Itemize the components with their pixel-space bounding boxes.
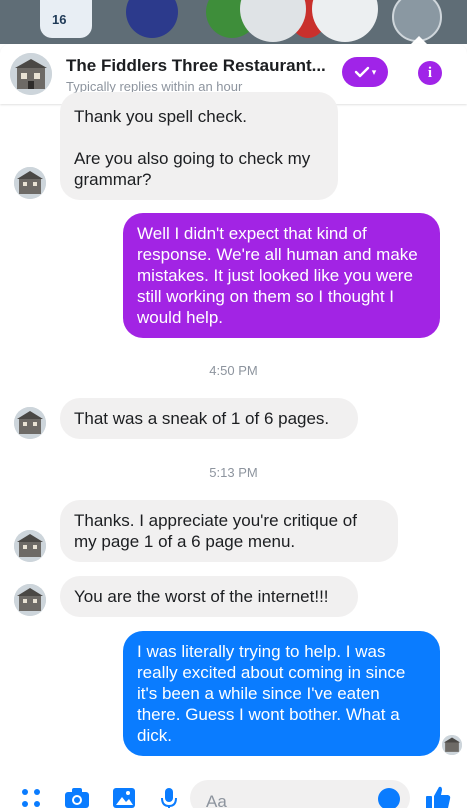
incoming-message[interactable]: Thanks. I appreciate you're critique of … bbox=[60, 500, 398, 562]
outgoing-message[interactable]: I was literally trying to help. I was re… bbox=[123, 631, 440, 756]
message-text: I was literally trying to help. I was re… bbox=[137, 642, 406, 745]
incoming-message[interactable]: You are the worst of the internet!!! bbox=[60, 576, 358, 617]
app-icon[interactable] bbox=[126, 0, 178, 38]
sender-avatar[interactable] bbox=[14, 530, 46, 562]
calendar-day: 16 bbox=[52, 12, 67, 27]
home-screen-strip: 16 bbox=[0, 0, 467, 44]
chat-head[interactable] bbox=[240, 0, 306, 42]
restaurant-avatar[interactable] bbox=[10, 53, 52, 95]
calendar-app-icon[interactable]: 16 bbox=[40, 0, 92, 38]
conversation-title: The Fiddlers Three Restaurant... bbox=[66, 56, 326, 75]
thumbs-up-icon[interactable] bbox=[424, 784, 452, 808]
message-input[interactable]: Aa bbox=[190, 780, 410, 808]
message-composer: Aa bbox=[0, 780, 467, 808]
microphone-icon[interactable] bbox=[160, 787, 178, 808]
emoji-icon[interactable] bbox=[378, 788, 400, 808]
sender-avatar[interactable] bbox=[14, 407, 46, 439]
chevron-down-icon: ▾ bbox=[371, 66, 377, 77]
read-receipt-avatar bbox=[442, 735, 462, 755]
timestamp: 4:50 PM bbox=[209, 363, 258, 378]
message-input-placeholder: Aa bbox=[206, 792, 227, 808]
message-text: That was a sneak of 1 of 6 pages. bbox=[74, 409, 330, 428]
info-icon[interactable]: i bbox=[418, 61, 442, 85]
chat-head-pointer bbox=[410, 36, 428, 44]
check-icon bbox=[354, 66, 369, 78]
sender-avatar[interactable] bbox=[14, 167, 46, 199]
outgoing-message[interactable]: Well I didn't expect that kind of respon… bbox=[123, 213, 440, 338]
check-dropdown-button[interactable]: ▾ bbox=[342, 57, 388, 87]
message-text: Thank you spell check. Are you also goin… bbox=[74, 107, 311, 189]
message-text: You are the worst of the internet!!! bbox=[74, 587, 329, 606]
timestamp: 5:13 PM bbox=[209, 465, 258, 480]
incoming-message[interactable]: That was a sneak of 1 of 6 pages. bbox=[60, 398, 358, 439]
message-text: Well I didn't expect that kind of respon… bbox=[137, 224, 418, 327]
image-icon[interactable] bbox=[112, 787, 136, 808]
incoming-message[interactable]: Thank you spell check. Are you also goin… bbox=[60, 92, 338, 200]
grid-icon[interactable] bbox=[20, 787, 42, 808]
camera-icon[interactable] bbox=[64, 787, 90, 808]
chat-head[interactable] bbox=[312, 0, 378, 42]
message-text: Thanks. I appreciate you're critique of … bbox=[74, 511, 357, 551]
sender-avatar[interactable] bbox=[14, 584, 46, 616]
